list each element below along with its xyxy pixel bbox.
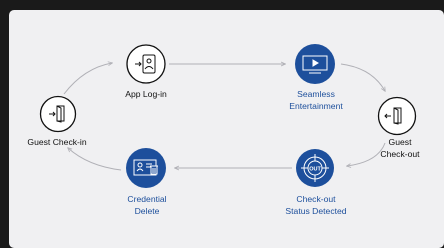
label-guest-check-in: Guest Check-in xyxy=(27,137,87,147)
node-check-out-status-detected: OUT xyxy=(296,149,334,187)
node-guest-check-out xyxy=(377,96,417,136)
node-guest-check-in xyxy=(39,95,77,133)
node-seamless-entertainment xyxy=(295,44,335,84)
label-seamless-entertainment: Seamless Entertainment xyxy=(289,89,343,111)
out-badge: OUT xyxy=(309,167,321,173)
node-app-log-in xyxy=(126,44,166,84)
label-credential-delete: Credential Delete xyxy=(127,194,167,216)
label-app-log-in: App Log-in xyxy=(125,89,167,99)
arrow-entertainment-to-checkout xyxy=(340,63,385,91)
arrow-credential-to-checkin xyxy=(68,148,122,171)
label-check-out-status-detected: Check-out Status Detected xyxy=(285,194,347,216)
arrow-checkin-to-login xyxy=(63,63,112,95)
node-credential-delete xyxy=(126,148,166,188)
label-guest-check-out: Guest Check-out xyxy=(380,137,420,159)
flow-diagram: OUT xyxy=(39,44,417,188)
